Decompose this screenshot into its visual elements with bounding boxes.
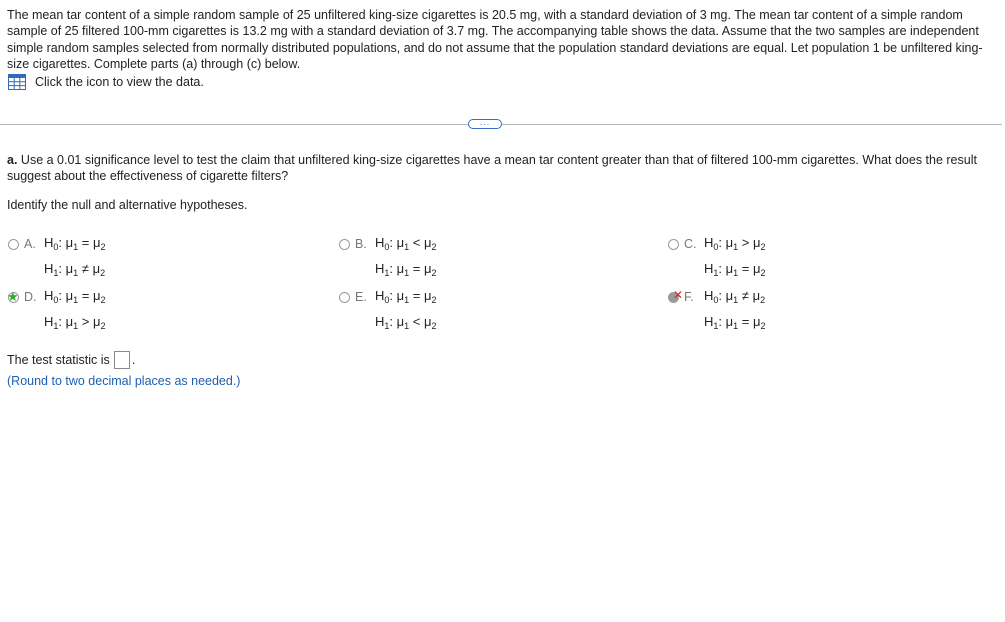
h0-operator: = bbox=[412, 288, 421, 303]
h0-operator: < bbox=[412, 235, 421, 250]
h0-operator: = bbox=[81, 288, 90, 303]
option-e[interactable]: E. H0: μ1 = μ2 H1: μ1 < μ2 bbox=[339, 288, 437, 337]
correct-star-icon: ★ bbox=[7, 289, 19, 304]
radio-button[interactable] bbox=[339, 239, 350, 250]
expand-button[interactable]: ... bbox=[468, 117, 502, 129]
test-statistic-row: The test statistic is . bbox=[7, 351, 135, 369]
option-d[interactable]: ★ D. H0: μ1 = μ2 H1: μ1 > μ2 bbox=[7, 288, 106, 337]
hypotheses: H0: μ1 = μ2 H1: μ1 > μ2 bbox=[44, 288, 106, 331]
problem-statement: The mean tar content of a simple random … bbox=[7, 8, 983, 72]
h0-operator: > bbox=[741, 235, 750, 250]
hypotheses: H0: μ1 < μ2 H1: μ1 = μ2 bbox=[375, 235, 437, 278]
h1-operator: > bbox=[81, 314, 90, 329]
question-text: a. Use a 0.01 significance level to test… bbox=[7, 152, 992, 185]
radio-button[interactable] bbox=[339, 292, 350, 303]
test-statistic-input[interactable] bbox=[113, 351, 130, 369]
h1-operator: = bbox=[741, 261, 750, 276]
test-statistic-label: The test statistic is bbox=[7, 353, 110, 367]
option-c[interactable]: C. H0: μ1 > μ2 H1: μ1 = μ2 bbox=[668, 235, 766, 284]
hypotheses: H0: μ1 = μ2 H1: μ1 ≠ μ2 bbox=[44, 235, 106, 278]
hypotheses: H0: μ1 > μ2 H1: μ1 = μ2 bbox=[704, 235, 766, 278]
option-letter: B. bbox=[355, 237, 367, 251]
period: . bbox=[131, 353, 136, 367]
question-page: The mean tar content of a simple random … bbox=[0, 0, 1005, 622]
h1-operator: < bbox=[412, 314, 421, 329]
h1-operator: = bbox=[412, 261, 421, 276]
radio-button[interactable] bbox=[668, 239, 679, 250]
h1-operator: = bbox=[741, 314, 750, 329]
part-label: a. bbox=[7, 153, 18, 167]
instruction-text: Identify the null and alternative hypoth… bbox=[7, 198, 248, 212]
incorrect-x-icon: ✕ bbox=[673, 288, 684, 302]
option-letter: D. bbox=[24, 290, 37, 304]
option-letter: E. bbox=[355, 290, 367, 304]
option-a[interactable]: A. H0: μ1 = μ2 H1: μ1 ≠ μ2 bbox=[8, 235, 106, 284]
radio-button-selected[interactable]: ✕ bbox=[668, 289, 683, 303]
hypotheses: H0: μ1 ≠ μ2 H1: μ1 = μ2 bbox=[704, 288, 766, 331]
option-letter: F. bbox=[684, 290, 694, 304]
hypotheses: H0: μ1 = μ2 H1: μ1 < μ2 bbox=[375, 288, 437, 331]
view-data-label[interactable]: Click the icon to view the data. bbox=[35, 75, 204, 89]
h1-operator: ≠ bbox=[81, 261, 89, 276]
view-data-link[interactable]: Click the icon to view the data. bbox=[8, 74, 204, 90]
option-f[interactable]: ✕ F. H0: μ1 ≠ μ2 H1: μ1 = μ2 bbox=[668, 288, 766, 337]
table-grid-icon[interactable] bbox=[8, 74, 26, 90]
rounding-note: (Round to two decimal places as needed.) bbox=[7, 374, 241, 388]
h0-operator: = bbox=[81, 235, 90, 250]
h0-operator: ≠ bbox=[741, 288, 749, 303]
option-b[interactable]: B. H0: μ1 < μ2 H1: μ1 = μ2 bbox=[339, 235, 437, 284]
option-letter: A. bbox=[24, 237, 36, 251]
radio-button[interactable] bbox=[8, 239, 19, 250]
option-letter: C. bbox=[684, 237, 697, 251]
ellipsis-label: ... bbox=[479, 117, 491, 127]
radio-button[interactable]: ★ bbox=[7, 289, 19, 304]
question-body: Use a 0.01 significance level to test th… bbox=[7, 153, 977, 184]
